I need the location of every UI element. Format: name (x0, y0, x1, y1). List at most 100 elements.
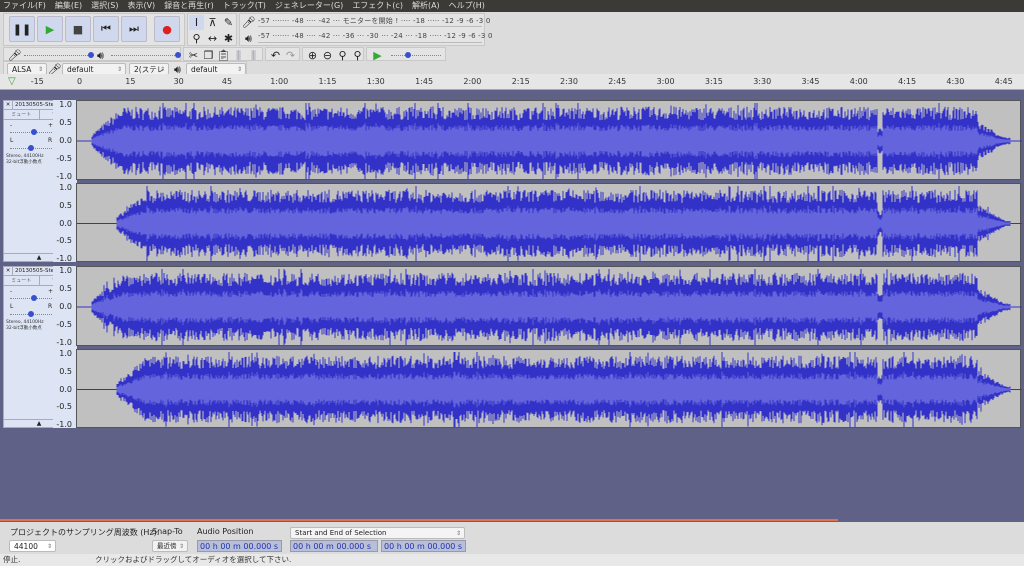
gain-slider[interactable] (10, 295, 52, 301)
y-axis-label: -1.0 (56, 254, 72, 263)
snap-to-select[interactable]: 最近傍 (152, 540, 188, 552)
playback-volume-slider[interactable] (111, 52, 181, 58)
ruler-tick: 30 (173, 77, 184, 86)
selection-toolbar: プロジェクトのサンプリング周波数 (Hz): 44100 Snap-To 最近傍… (0, 522, 1024, 554)
meter-toolbar: 🎤︎ 🔊︎ -57 ······· -48 ···· -42 ··· モニターを… (239, 13, 492, 46)
waveform-channel[interactable] (76, 100, 1022, 180)
menu-item[interactable]: ジェネレーター(G) (275, 0, 343, 12)
track-area: ✕ 20130505-Step▾ ミュート ソロ - + L R Stereo,… (0, 96, 1024, 432)
ruler-tick: 4:15 (898, 77, 917, 86)
skip-end-button[interactable]: ⏭ (121, 16, 147, 42)
vertical-ruler[interactable]: 1.0 0.5 0.0 -0.5 -1.0 (53, 266, 76, 347)
close-track-icon[interactable]: ✕ (4, 101, 13, 109)
speed-slider[interactable] (391, 52, 441, 58)
ruler-tick: 3:15 (704, 77, 723, 86)
waveform-channel[interactable] (76, 349, 1022, 428)
y-axis-label: 0.5 (59, 284, 72, 293)
menu-item[interactable]: ヘルプ(H) (449, 0, 485, 12)
ruler-tick: 1:45 (415, 77, 434, 86)
timeshift-tool-icon[interactable]: ↔ (205, 31, 220, 46)
draw-tool-icon[interactable]: ✎ (221, 15, 236, 30)
snap-to-label: Snap-To (152, 527, 183, 536)
y-axis-label: 1.0 (59, 183, 72, 192)
ruler-tick: 2:45 (608, 77, 627, 86)
device-toolbar: ALSA 🎤︎ default 2(ステレ 🔊︎ default (3, 61, 247, 76)
y-axis-label: 1.0 (59, 349, 72, 358)
multi-tool-icon[interactable]: ✱ (221, 31, 236, 46)
status-bar: 停止. クリックおよびドラッグしてオーディオを選択して下さい. (0, 554, 1024, 566)
pan-right-label: R (48, 303, 53, 310)
zoom-out-icon[interactable]: ⊖ (320, 48, 335, 63)
microphone-icon[interactable]: 🎤︎ (241, 15, 256, 30)
mute-button[interactable]: ミュート (4, 276, 40, 285)
play-at-speed-icon[interactable]: ▶ (370, 48, 385, 63)
pan-slider[interactable] (10, 311, 52, 317)
menu-item[interactable]: エフェクト(c) (352, 0, 403, 12)
vertical-ruler[interactable]: 1.0 0.5 0.0 -0.5 -1.0 (53, 349, 76, 429)
ruler-tick: 4:45 (994, 77, 1013, 86)
zoom-in-icon[interactable]: ⊕ (305, 48, 320, 63)
audio-position-field[interactable]: 00 h 00 m 00.000 s (197, 540, 282, 552)
pin-head-icon[interactable]: ▽ (8, 76, 16, 87)
mixer-toolbar: 🎤︎ 🔊︎ (3, 47, 181, 62)
y-axis-label: 0.0 (59, 136, 72, 145)
status-state: 停止. (3, 555, 21, 564)
menu-item[interactable]: 解析(A) (412, 0, 440, 12)
vertical-ruler[interactable]: 1.0 0.5 0.0 -0.5 -1.0 (53, 183, 76, 263)
timeline-ruler[interactable]: ▽ -15 0 15 30 45 1:00 1:15 1:30 1:45 2:00 2:15 2:30… (0, 74, 1024, 90)
menu-item[interactable]: 選択(S) (91, 0, 118, 12)
gain-slider[interactable] (10, 129, 52, 135)
mute-button[interactable]: ミュート (4, 110, 40, 119)
stop-button[interactable]: ■ (65, 16, 91, 42)
audio-position-label: Audio Position (197, 527, 254, 536)
undo-icon[interactable]: ↶ (268, 48, 283, 63)
close-track-icon[interactable]: ✕ (4, 267, 13, 275)
ruler-tick: 4:30 (946, 77, 965, 86)
pan-slider[interactable] (10, 145, 52, 151)
speaker-icon[interactable]: 🔊︎ (241, 31, 256, 46)
zoom-tool-icon[interactable]: ⚲ (189, 31, 204, 46)
menu-item[interactable]: トラック(T) (223, 0, 266, 12)
fit-selection-icon[interactable]: ⚲ (335, 48, 350, 63)
play-button[interactable]: ▶ (37, 16, 63, 42)
menu-item[interactable]: 編集(E) (55, 0, 82, 12)
selection-start-field[interactable]: 00 h 00 m 00.000 s (290, 540, 378, 552)
y-axis-label: -0.5 (56, 154, 72, 163)
play-at-speed-toolbar: ▶ (366, 47, 446, 63)
menu-item[interactable]: 表示(V) (127, 0, 155, 12)
y-axis-label: 1.0 (59, 266, 72, 275)
menu-item[interactable]: 録音と再生(r) (164, 0, 214, 12)
record-meter[interactable]: -57 ······· -48 ···· -42 ··· モニターを開始 ! ·… (258, 16, 490, 27)
selection-end-field[interactable]: 00 h 00 m 00.000 s (381, 540, 466, 552)
envelope-tool-icon[interactable]: ⊼ (205, 15, 220, 30)
redo-icon[interactable]: ↷ (283, 48, 298, 63)
waveform-channel[interactable] (76, 183, 1022, 262)
y-axis-label: 0.0 (59, 384, 72, 394)
progress-line (0, 519, 838, 521)
vertical-ruler[interactable]: 1.0 0.5 0.0 -0.5 -1.0 (53, 100, 76, 181)
toolbar-area: ❚❚ ▶ ■ ⏮ ⏭ ● I ⊼ ✎ ⚲ ↔ ✱ 🎤︎ 🔊︎ -57 ·····… (0, 12, 1024, 76)
selection-mode-select[interactable]: Start and End of Selection (290, 527, 465, 539)
pause-button[interactable]: ❚❚ (9, 16, 35, 42)
fit-project-icon[interactable]: ⚲ (350, 48, 365, 63)
selection-tool-icon[interactable]: I (189, 15, 204, 30)
waveform-channel[interactable] (76, 266, 1022, 346)
gain-minus: - (10, 288, 13, 295)
playback-meter[interactable]: -57 ······· -48 ···· -42 ··· -36 ··· -30… (258, 32, 492, 43)
ruler-tick: 1:15 (318, 77, 337, 86)
y-axis-label: 0.5 (59, 200, 72, 210)
project-rate-select[interactable]: 44100 (9, 540, 56, 552)
ruler-tick: 1:00 (270, 77, 289, 86)
record-button[interactable]: ● (154, 16, 180, 42)
skip-start-button[interactable]: ⏮ (93, 16, 119, 42)
ruler-tick: 3:00 (656, 77, 675, 86)
menu-bar: ファイル(F) 編集(E) 選択(S) 表示(V) 録音と再生(r) トラック(T) ジェネ… (0, 0, 1024, 12)
y-axis-label: 1.0 (59, 100, 72, 109)
ruler-tick: -15 (30, 77, 44, 86)
ruler-tick: 45 (221, 77, 233, 86)
record-volume-slider[interactable] (24, 52, 94, 58)
tools-toolbar: I ⊼ ✎ ⚲ ↔ ✱ (187, 13, 237, 46)
silence-icon[interactable]: ⫼ (246, 48, 261, 63)
y-axis-label: 0.5 (59, 118, 72, 127)
menu-item[interactable]: ファイル(F) (3, 0, 46, 12)
